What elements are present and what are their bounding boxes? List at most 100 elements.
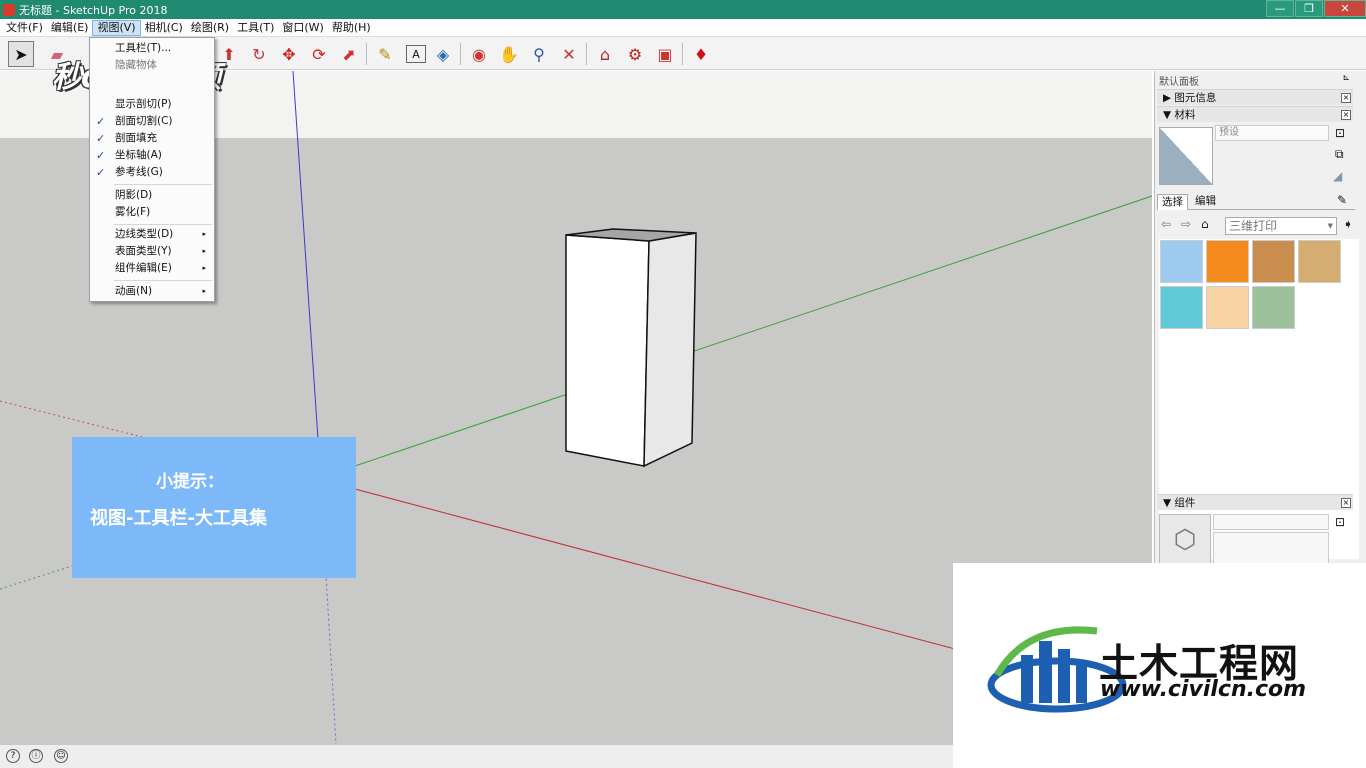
maximize-button[interactable]: ❐ (1295, 0, 1323, 17)
check-icon: ✓ (96, 115, 106, 128)
paint-bucket-icon[interactable]: ◈ (430, 41, 456, 67)
menu-item-label: 组件编辑(E) (115, 262, 172, 274)
green-axis-dashed (0, 565, 73, 590)
material-swatch[interactable] (1298, 240, 1341, 283)
menu-help[interactable]: 帮助(H) (328, 20, 375, 36)
tab-select[interactable]: 选择 (1157, 194, 1188, 210)
menu-window[interactable]: 窗口(W) (278, 20, 327, 36)
window-title: 无标题 - SketchUp Pro 2018 (19, 3, 168, 17)
toolbar-separator (460, 43, 461, 65)
zoom-icon[interactable]: ⚲ (526, 41, 552, 67)
blue-axis-line (292, 71, 319, 440)
tip-box: 小提示： 视图-工具栏-大工具集 (72, 437, 356, 578)
materials-header[interactable]: ▼ 材料 × (1157, 106, 1353, 122)
menu-item-label: 动画(N) (115, 285, 153, 297)
menu-item-section-fill[interactable]: ✓ 剖面填充 (90, 130, 214, 147)
component-name-field[interactable] (1213, 514, 1329, 530)
menu-draw[interactable]: 绘图(R) (187, 20, 233, 36)
home-icon[interactable]: ⌂ (1201, 217, 1209, 231)
move-icon[interactable]: ✥ (276, 41, 302, 67)
menu-item-section-planes[interactable]: 显示剖切(P) (90, 96, 214, 113)
menu-item-label: 阴影(D) (115, 189, 153, 201)
library-select[interactable]: 三维打印 ▼ (1225, 217, 1337, 235)
menu-item-component-edit[interactable]: 组件编辑(E) ▸ (90, 260, 214, 277)
close-icon[interactable]: × (1341, 93, 1351, 103)
material-swatch[interactable] (1252, 286, 1295, 329)
text-icon[interactable]: A (406, 45, 426, 63)
materials-label: ▼ 材料 (1163, 109, 1196, 121)
orbit-icon[interactable]: ◉ (466, 41, 492, 67)
menu-separator (114, 224, 212, 225)
menu-item-shadows[interactable]: 阴影(D) (90, 187, 214, 204)
submenu-arrow-icon: ▸ (202, 264, 206, 272)
pan-icon[interactable]: ✋ (496, 41, 522, 67)
current-material-swatch[interactable] (1159, 127, 1213, 185)
rotate-icon[interactable]: ⟳ (306, 41, 332, 67)
submenu-arrow-icon: ▸ (202, 230, 206, 238)
menu-item-guides[interactable]: ✓ 参考线(G) (90, 164, 214, 181)
red-axis-line (354, 488, 1001, 662)
menu-tools[interactable]: 工具(T) (233, 20, 278, 36)
menu-item-label: 剖面填充 (115, 132, 157, 144)
menu-edit[interactable]: 编辑(E) (47, 20, 93, 36)
warehouse-icon[interactable]: ⌂ (592, 41, 618, 67)
pin-icon[interactable]: ⊾ (1342, 73, 1350, 83)
menu-item-hidden-geometry[interactable]: 隐藏物体 (90, 57, 214, 74)
extension-warehouse-icon[interactable]: ⚙ (622, 41, 648, 67)
details-arrow-icon[interactable]: ➧ (1343, 217, 1353, 231)
box-front-face (565, 234, 650, 467)
lock-icon[interactable]: ⊡ (1335, 515, 1345, 529)
tip-heading: 小提示： (156, 472, 224, 492)
menu-view[interactable]: 视图(V) (92, 19, 141, 36)
sample-paint-icon[interactable]: ◢ (1333, 169, 1342, 183)
material-name-field[interactable]: 预设 (1215, 125, 1329, 141)
help-icon[interactable]: ? (6, 749, 20, 763)
select-icon[interactable]: ➤ (8, 41, 34, 67)
tab-edit[interactable]: 编辑 (1191, 194, 1220, 210)
ruby-icon[interactable]: ♦ (688, 41, 714, 67)
material-grid (1159, 239, 1359, 559)
minimize-button[interactable]: — (1266, 0, 1294, 17)
menu-item-animation[interactable]: 动画(N) ▸ (90, 283, 214, 300)
tray-title: 默认面板 (1159, 77, 1199, 88)
menu-item-face-style[interactable]: 表面类型(Y) ▸ (90, 243, 214, 260)
close-icon[interactable]: × (1341, 498, 1351, 508)
follow-me-icon[interactable]: ↻ (246, 41, 272, 67)
component-thumbnail[interactable]: ⬡ (1159, 514, 1211, 566)
submenu-arrow-icon: ▸ (202, 247, 206, 255)
eyedropper-icon[interactable]: ✎ (1337, 193, 1347, 207)
menu-item-section-cuts[interactable]: ✓ 剖面切割(C) (90, 113, 214, 130)
library-nav: ⇦ ⇨ ⌂ 三维打印 ▼ ➧ (1161, 217, 1361, 235)
material-swatch[interactable] (1160, 286, 1203, 329)
forward-icon[interactable]: ⇨ (1181, 217, 1191, 231)
layout-icon[interactable]: ▣ (652, 41, 678, 67)
info-icon[interactable]: ⓘ (29, 749, 43, 763)
lock-icon[interactable]: ⊡ (1335, 126, 1345, 140)
user-icon[interactable]: ☺ (54, 749, 68, 763)
close-button[interactable]: ✕ (1324, 0, 1366, 17)
menu-camera[interactable]: 相机(C) (141, 20, 187, 36)
menu-item-toolbars[interactable]: 工具栏(T)... (90, 40, 214, 57)
tape-measure-icon[interactable]: ✎ (372, 41, 398, 67)
menu-item-fog[interactable]: 雾化(F) (90, 204, 214, 221)
submenu-arrow-icon: ▸ (202, 287, 206, 295)
component-description-field[interactable] (1213, 532, 1329, 566)
components-header[interactable]: ▼ 组件 × (1157, 494, 1353, 510)
material-swatch[interactable] (1252, 240, 1295, 283)
zoom-extents-icon[interactable]: ✕ (556, 41, 582, 67)
title-bar: 无标题 - SketchUp Pro 2018 — ❐ ✕ (0, 0, 1366, 19)
menu-item-axes[interactable]: ✓ 坐标轴(A) (90, 147, 214, 164)
material-swatch[interactable] (1206, 286, 1249, 329)
menu-item-edge-style[interactable]: 边线类型(D) ▸ (90, 226, 214, 243)
entity-info-header[interactable]: ▶ 图元信息 × (1157, 89, 1353, 105)
close-icon[interactable]: × (1341, 110, 1351, 120)
create-material-icon[interactable]: ⧉ (1335, 147, 1344, 162)
material-swatch[interactable] (1160, 240, 1203, 283)
menu-file[interactable]: 文件(F) (2, 20, 47, 36)
material-swatch[interactable] (1206, 240, 1249, 283)
brand-url: www.civilcn.com (1100, 677, 1307, 702)
back-icon[interactable]: ⇦ (1161, 217, 1171, 231)
scale-icon[interactable]: ⬈ (336, 41, 362, 67)
toolbar-separator (682, 43, 683, 65)
sketchup-logo-icon (3, 3, 15, 16)
